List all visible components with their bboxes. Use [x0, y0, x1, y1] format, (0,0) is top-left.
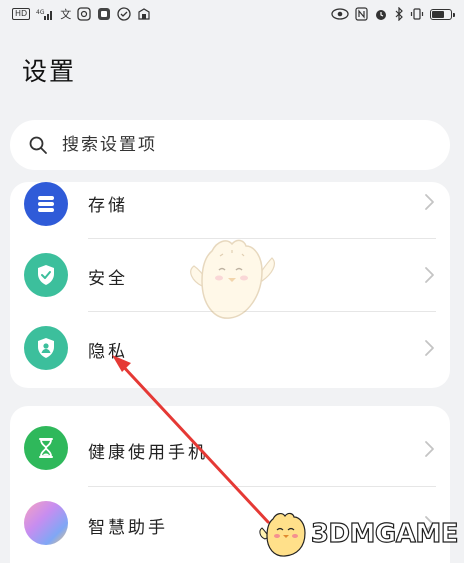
chevron-right-icon	[425, 441, 434, 457]
battery-fill	[432, 10, 444, 18]
settings-item-label: 健康使用手机	[88, 443, 208, 463]
shield-check-icon	[24, 253, 68, 297]
settings-item-storage[interactable]: 存储	[10, 182, 450, 238]
app-notification-icon	[97, 6, 111, 22]
shield-notification-icon	[117, 6, 131, 22]
signal-icon: 4G	[36, 6, 54, 22]
settings-item-label: 隐私	[88, 342, 128, 362]
settings-item-digital-balance[interactable]: 健康使用手机	[10, 406, 450, 486]
privacy-icon	[24, 326, 68, 370]
network-type: 4G	[36, 9, 45, 16]
settings-item-label: 存储	[88, 196, 128, 216]
vibrate-icon	[410, 6, 424, 22]
hourglass-icon	[24, 426, 68, 470]
page-title: 设置	[22, 57, 77, 86]
watermark-text: 3DMGAME	[310, 518, 459, 549]
chevron-right-icon	[425, 340, 434, 356]
search-input[interactable]	[60, 134, 424, 156]
status-bar: HD 4G 文	[0, 0, 464, 34]
hd-badge: HD	[12, 8, 31, 20]
wechat-notification-icon	[77, 6, 91, 22]
nfc-icon	[355, 6, 368, 22]
settings-item-label: 智慧助手	[88, 518, 168, 538]
alarm-icon	[374, 6, 388, 22]
mascot-watermark-icon	[190, 239, 275, 319]
mascot-logo-icon	[259, 512, 306, 557]
status-left: HD 4G 文	[12, 6, 151, 22]
bluetooth-icon	[394, 6, 404, 22]
search-icon	[28, 135, 48, 155]
chevron-right-icon	[425, 267, 434, 283]
search-bar[interactable]	[10, 120, 450, 170]
text-app-icon: 文	[60, 8, 72, 21]
settings-item-label: 安全	[88, 269, 128, 289]
site-watermark: 3DMGAME	[257, 511, 459, 557]
building-notification-icon	[137, 6, 151, 22]
status-right	[331, 6, 455, 22]
storage-icon	[24, 182, 68, 226]
battery-icon	[430, 6, 455, 22]
assistant-icon	[24, 501, 68, 545]
chevron-right-icon	[425, 194, 434, 210]
eye-comfort-icon	[331, 6, 349, 22]
